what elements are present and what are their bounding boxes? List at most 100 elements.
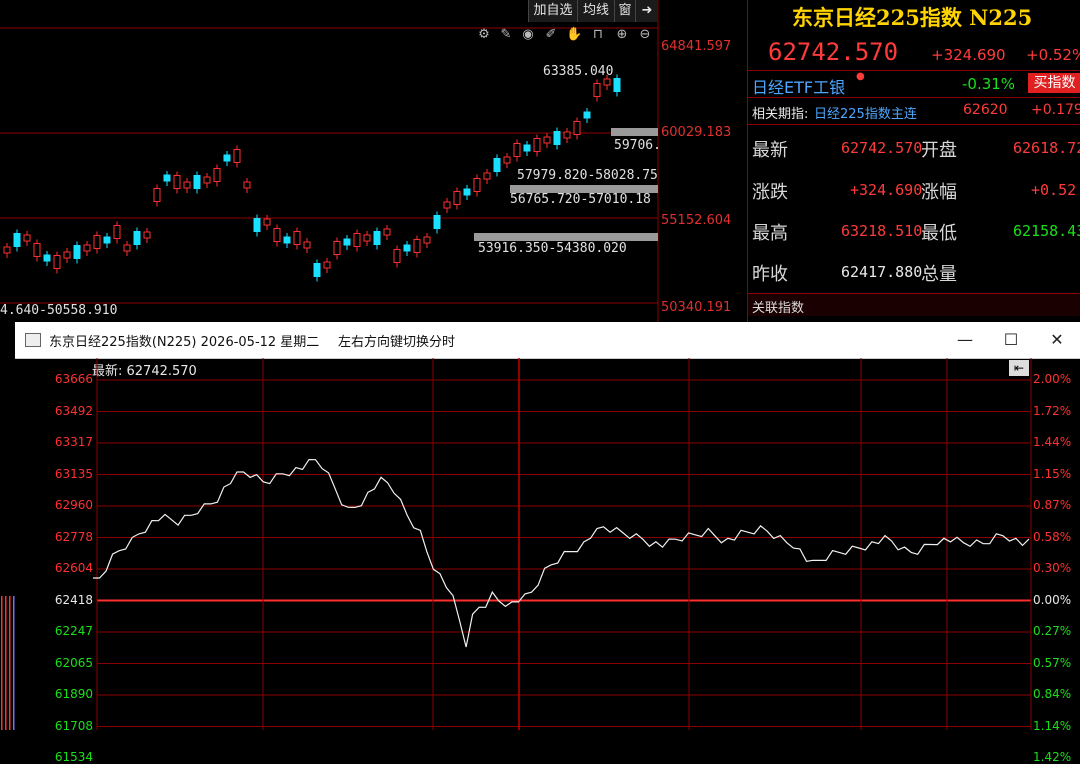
etf-dot-icon: ● — [856, 71, 865, 82]
candle-body — [613, 78, 621, 92]
candle-body — [53, 255, 61, 269]
minimize-button[interactable]: — — [942, 322, 988, 358]
index-change: +324.690 — [931, 46, 1006, 64]
left-axis-tick: 63492 — [54, 403, 93, 418]
candle-body — [123, 244, 131, 252]
candle-body — [433, 215, 441, 229]
app-icon — [25, 333, 41, 347]
intraday-window[interactable]: 东京日经225指数(N225) 2026-05-12 星期二 左右方向键切换分时… — [15, 322, 1080, 764]
candle-body — [203, 176, 211, 184]
left-axis-tick: 63317 — [54, 435, 93, 449]
price-level-1: 64841.597 — [661, 39, 732, 54]
window-button[interactable]: 窗 — [614, 0, 635, 22]
right-axis-tick: 1.44% — [1033, 435, 1072, 449]
zoom-in-icon[interactable]: ⊕ — [614, 27, 630, 43]
candle-body — [33, 243, 41, 257]
candle-body — [13, 233, 21, 247]
price-level-3: 55152.604 — [661, 213, 732, 228]
candle-body — [333, 241, 341, 255]
pin-icon[interactable]: ➜ — [635, 0, 658, 22]
candle-body — [213, 168, 221, 182]
right-axis-tick: 0.27% — [1033, 624, 1072, 638]
futures-price: 62620 — [963, 102, 1008, 118]
maximize-button[interactable]: ☐ — [988, 322, 1034, 358]
buy-index-button[interactable]: 买指数 — [1028, 73, 1080, 93]
right-axis-tick: 2.00% — [1033, 372, 1072, 386]
futures-name[interactable]: 日经225指数主连 — [814, 103, 917, 122]
index-price: 62742.570 — [768, 38, 899, 66]
pen-icon[interactable]: ✎ — [498, 27, 514, 43]
left-axis-tick: 62960 — [54, 498, 93, 512]
band-2-label: 57979.820-58028.75 — [517, 168, 658, 183]
band-3-label: 56765.720-57010.18 — [510, 192, 651, 207]
candle-body — [573, 121, 581, 135]
candle-body — [553, 131, 561, 145]
candle-body — [103, 236, 111, 244]
high-value: 63218.510 — [841, 222, 923, 240]
candle-body — [283, 236, 291, 244]
candle-body — [63, 251, 71, 259]
brush-icon[interactable]: ✐ — [543, 27, 559, 43]
candle-body — [423, 236, 431, 244]
eye-icon[interactable]: ◉ — [520, 27, 536, 43]
candle-body — [143, 231, 151, 239]
intraday-grid — [96, 358, 1032, 730]
ma-button[interactable]: 均线 — [577, 0, 614, 22]
band-4-label: 53916.350-54380.020 — [478, 241, 627, 256]
left-axis-tick: 62065 — [54, 655, 93, 670]
band-5-label: 4.640-50558.910 — [0, 303, 118, 318]
left-axis-tick: 61890 — [54, 687, 93, 701]
intraday-chart[interactable] — [15, 358, 1080, 730]
latest-label: 最新 — [752, 140, 788, 161]
right-axis-tick: 0.84% — [1033, 687, 1072, 701]
prev-close-value: 62417.880 — [841, 263, 923, 281]
low-label: 最低 — [921, 223, 957, 244]
zoom-out-icon[interactable]: ⊖ — [637, 27, 653, 43]
candle-body — [493, 158, 501, 172]
lock-icon[interactable]: ⊓ — [590, 27, 606, 43]
left-axis-tick: 63135 — [54, 466, 93, 481]
left-axis-tick: 62247 — [54, 624, 93, 638]
hand-icon[interactable]: ✋ — [566, 27, 582, 43]
candle-body — [323, 261, 331, 269]
prev-close-label: 昨收 — [752, 264, 788, 285]
window-titlebar[interactable]: 东京日经225指数(N225) 2026-05-12 星期二 左右方向键切换分时… — [15, 322, 1080, 359]
candle-body — [563, 131, 571, 139]
left-axis-tick: 62418 — [54, 592, 93, 607]
candle-body — [483, 172, 491, 180]
add-watch-button[interactable]: 加自选 — [528, 0, 577, 22]
related-index-header[interactable]: 关联指数 — [748, 293, 1080, 316]
candle-body — [133, 231, 141, 245]
candle-body — [503, 156, 511, 164]
etf-name[interactable]: 日经ETF工银 — [752, 74, 845, 98]
left-axis-tick: 61534 — [54, 750, 93, 764]
futures-row[interactable]: 相关期指: 日经225指数主连 62620 +0.179 — [748, 98, 1080, 125]
intraday-price-line — [93, 458, 1030, 648]
right-axis-tick: 1.15% — [1033, 466, 1072, 481]
candle-body — [413, 239, 421, 253]
right-axis-tick: 0.00% — [1033, 592, 1072, 607]
candle-body — [193, 175, 201, 189]
candle-body — [173, 175, 181, 189]
left-axis-tick: 61708 — [54, 718, 93, 733]
candle-body — [543, 136, 551, 144]
close-button[interactable]: ✕ — [1034, 322, 1080, 358]
volume-bars-edge — [1, 596, 15, 730]
futures-pct: +0.179 — [1031, 102, 1080, 118]
latest-value: 62742.570 — [841, 139, 923, 157]
etf-row[interactable]: 日经ETF工银 ● -0.31% 买指数 — [748, 70, 1080, 98]
kline-chart[interactable]: 加自选 均线 窗 ➜ ⚙ ✎ ◉ ✐ ✋ ⊓ ⊕ ⊖ 64841.597 600… — [0, 0, 746, 322]
settings-icon[interactable]: ⚙ — [476, 27, 492, 43]
candle-body — [293, 231, 301, 245]
band-4 — [474, 233, 658, 241]
candle-body — [243, 181, 251, 189]
window-hint: 左右方向键切换分时 — [338, 335, 456, 350]
band-1 — [611, 128, 658, 136]
change-pct-label: 涨幅 — [921, 182, 957, 203]
candle-body — [353, 233, 361, 247]
candle-body — [223, 154, 231, 162]
kline-canvas[interactable] — [0, 0, 746, 322]
left-axis-tick: 62778 — [54, 529, 93, 544]
right-axis-tick: 0.57% — [1033, 655, 1072, 670]
index-title: 东京日经225指数 N225 — [792, 5, 1033, 30]
